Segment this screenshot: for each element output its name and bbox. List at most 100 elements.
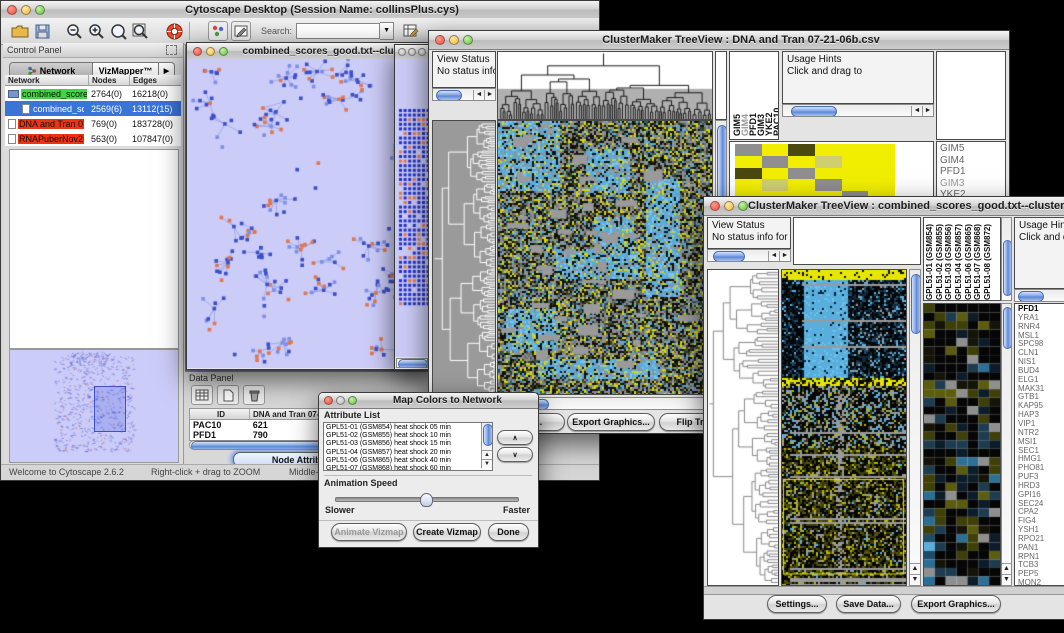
grid-hscroll-thumb[interactable] bbox=[398, 359, 428, 368]
tv2-row-label[interactable]: PAN1 bbox=[1018, 544, 1044, 553]
tv2-row-label[interactable]: YSH1 bbox=[1018, 526, 1044, 535]
treeview1-titlebar[interactable]: ClusterMaker TreeView : DNA and Tran 07-… bbox=[429, 31, 1009, 50]
minimize-button[interactable] bbox=[724, 201, 734, 211]
tv1-view-status-hscrollbar[interactable]: ◄ ► bbox=[432, 88, 496, 101]
dialog-titlebar[interactable]: Map Colors to Network bbox=[319, 393, 538, 409]
attr-col-id[interactable]: ID bbox=[190, 409, 250, 420]
move-up-button[interactable]: ∧ bbox=[497, 430, 533, 445]
tv2-column-labels-vscrollbar[interactable] bbox=[1001, 217, 1012, 301]
tv1-column-label[interactable]: GIM5 bbox=[732, 56, 740, 136]
tv2-row-label[interactable]: SEC24 bbox=[1018, 500, 1044, 509]
float-panel-icon[interactable] bbox=[166, 45, 177, 55]
scroll-up-arrow[interactable]: ▲ bbox=[1002, 563, 1011, 574]
tv2-column-label[interactable]: GPL51-07 (GSM868) bbox=[973, 220, 983, 300]
tv2-column-label[interactable]: GPL51-08 (GSM872) bbox=[983, 220, 993, 300]
dialog-done-button[interactable]: Done bbox=[488, 523, 529, 541]
zoom-fit-icon[interactable] bbox=[129, 20, 151, 42]
scroll-thumb[interactable] bbox=[436, 90, 462, 101]
tv2-export-graphics-button[interactable]: Export Graphics... bbox=[911, 595, 1001, 613]
scroll-up-arrow[interactable]: ▲ bbox=[910, 563, 920, 574]
col-header-network[interactable]: Network bbox=[5, 75, 89, 86]
attribute-list-item[interactable]: GPL51-03 (GSM856) heat shock 15 min bbox=[326, 440, 451, 448]
attribute-list-item[interactable]: GPL51-02 (GSM855) heat shock 10 min bbox=[326, 432, 451, 440]
zoom-button[interactable] bbox=[348, 396, 357, 405]
grid-window-titlebar[interactable] bbox=[395, 45, 431, 60]
attribute-browser-icon[interactable] bbox=[400, 20, 422, 42]
save-session-icon[interactable] bbox=[31, 20, 53, 42]
dialog-animate-vizmap-button[interactable]: Animate Vizmap bbox=[331, 523, 407, 541]
tv2-usage-hints-hscrollbar[interactable] bbox=[1014, 289, 1064, 302]
network-table-row[interactable]: combined_scores2764(0)16218(0) bbox=[5, 86, 181, 101]
minimize-button[interactable] bbox=[206, 47, 215, 56]
tv2-row-label[interactable]: MSI1 bbox=[1018, 438, 1044, 447]
scroll-up-arrow[interactable]: ▲ bbox=[482, 450, 492, 459]
tv1-column-label[interactable]: GIM3 bbox=[756, 56, 764, 136]
scroll-down-arrow[interactable]: ▼ bbox=[910, 574, 920, 585]
animation-speed-slider[interactable] bbox=[335, 497, 519, 502]
tv2-zoom-heatmap[interactable] bbox=[924, 304, 1000, 585]
close-button[interactable] bbox=[7, 5, 17, 15]
birdseye-canvas[interactable] bbox=[10, 350, 176, 460]
scroll-right-arrow[interactable]: ► bbox=[922, 106, 933, 116]
scroll-right-arrow[interactable]: ► bbox=[779, 251, 790, 261]
scroll-left-arrow[interactable]: ◄ bbox=[911, 106, 922, 116]
scroll-left-arrow[interactable]: ◄ bbox=[768, 251, 779, 261]
zoom-in-icon[interactable] bbox=[85, 20, 107, 42]
tv2-row-label[interactable]: NIS1 bbox=[1018, 358, 1044, 367]
scroll-thumb[interactable] bbox=[483, 424, 492, 446]
close-button[interactable] bbox=[324, 396, 333, 405]
tv2-column-label[interactable]: GPL51-02 (GSM855) bbox=[935, 220, 945, 300]
treeview2-titlebar[interactable]: ClusterMaker TreeView : combined_scores_… bbox=[704, 197, 1064, 216]
birdseye-viewport-rect[interactable] bbox=[94, 386, 126, 432]
open-session-icon[interactable] bbox=[9, 20, 31, 42]
tv2-column-label[interactable]: GPL51-06 (GSM865) bbox=[964, 220, 974, 300]
minimize-button[interactable] bbox=[449, 35, 459, 45]
main-titlebar[interactable]: Cytoscape Desktop (Session Name: collins… bbox=[1, 1, 599, 19]
tv1-column-label[interactable]: PAC10 bbox=[772, 56, 779, 136]
tv2-row-label[interactable]: RNR4 bbox=[1018, 323, 1044, 332]
tv2-row-dendrogram[interactable] bbox=[708, 270, 778, 585]
tv2-row-label[interactable]: PEP5 bbox=[1018, 570, 1044, 579]
tv2-row-label[interactable]: HRD3 bbox=[1018, 482, 1044, 491]
tv1-export-graphics-button[interactable]: Export Graphics... bbox=[567, 413, 655, 431]
tv1-column-label[interactable]: PFD1 bbox=[748, 56, 756, 136]
tv2-row-label[interactable]: GTB1 bbox=[1018, 393, 1044, 402]
tv2-row-label[interactable]: CPA2 bbox=[1018, 508, 1044, 517]
tv2-row-label[interactable]: PUF3 bbox=[1018, 473, 1044, 482]
tv2-row-label[interactable]: MSL1 bbox=[1018, 332, 1044, 341]
tv2-save-data-button[interactable]: Save Data... bbox=[836, 595, 901, 613]
tv2-row-label[interactable]: MAK31 bbox=[1018, 385, 1044, 394]
scroll-thumb[interactable] bbox=[713, 251, 745, 262]
zoom-button[interactable] bbox=[219, 47, 228, 56]
tv2-column-label[interactable]: GPL51-01 (GSM854) bbox=[925, 220, 935, 300]
zoom-button[interactable] bbox=[418, 48, 426, 56]
tv2-row-label[interactable]: SEC1 bbox=[1018, 447, 1044, 456]
zoom-button[interactable] bbox=[35, 5, 45, 15]
zoom-button[interactable] bbox=[463, 35, 473, 45]
tv2-heatmap-vscrollbar[interactable]: ▲ ▼ bbox=[909, 269, 921, 586]
tv2-settings-button[interactable]: Settings... bbox=[767, 595, 827, 613]
select-attributes-icon[interactable] bbox=[191, 385, 213, 405]
tv2-column-label[interactable]: GPL51-04 (GSM857) bbox=[954, 220, 964, 300]
attribute-listbox[interactable]: GPL51-01 (GSM854) heat shock 05 minGPL51… bbox=[323, 422, 493, 471]
slider-thumb[interactable] bbox=[420, 493, 433, 507]
tv1-column-dendrogram[interactable] bbox=[498, 52, 712, 119]
scroll-right-arrow[interactable]: ► bbox=[484, 90, 495, 100]
attribute-list-vscrollbar[interactable]: ▲ ▼ bbox=[481, 423, 492, 468]
tv2-row-label[interactable]: ELG1 bbox=[1018, 376, 1044, 385]
tv2-row-label[interactable]: PHO81 bbox=[1018, 464, 1044, 473]
minimize-button[interactable] bbox=[336, 396, 345, 405]
tv1-column-label[interactable]: YKE2 bbox=[764, 56, 772, 136]
tv2-row-label[interactable]: FIG4 bbox=[1018, 517, 1044, 526]
tv1-row-label[interactable]: GIM3 bbox=[940, 178, 971, 190]
tv2-row-label[interactable]: RPN1 bbox=[1018, 553, 1044, 562]
tv2-row-label[interactable]: TCB3 bbox=[1018, 561, 1044, 570]
scroll-down-arrow[interactable]: ▼ bbox=[482, 459, 492, 468]
scroll-left-arrow[interactable]: ◄ bbox=[473, 90, 484, 100]
tv2-view-status-hscrollbar[interactable]: ◄ ► bbox=[707, 249, 791, 262]
tv1-row-label[interactable]: GIM4 bbox=[940, 155, 971, 167]
col-header-nodes[interactable]: Nodes bbox=[89, 75, 130, 86]
network-canvas[interactable] bbox=[187, 59, 429, 368]
help-lifering-icon[interactable] bbox=[163, 20, 185, 42]
grid-network-canvas[interactable] bbox=[395, 59, 429, 357]
